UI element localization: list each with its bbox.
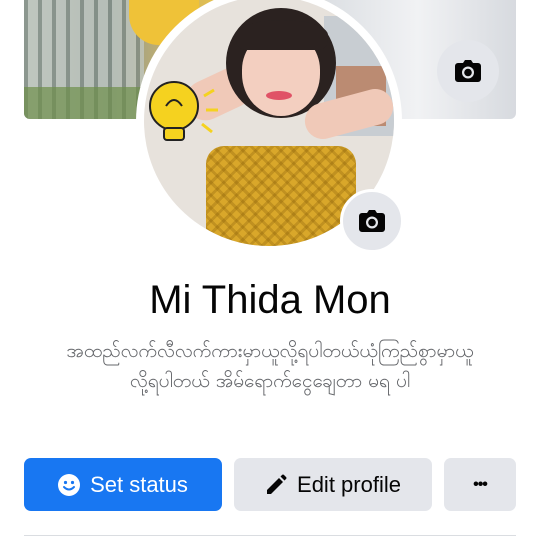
lightbulb-sticker-icon [149,81,218,141]
avatar-camera-button[interactable] [340,189,404,253]
set-status-label: Set status [90,471,188,497]
set-status-button[interactable]: Set status [24,458,222,511]
bio-line-1: အထည်လက်လီလက်ကားမှာယူလို့ရပါတယ်ယုံကြည်စွာ… [66,340,474,362]
edit-profile-label: Edit profile [297,471,401,497]
bio-line-2: လို့ရပါတယ် အိမ်ရောက်ငွေချေတာ မရ ပါ [129,370,411,392]
smiley-icon [58,473,81,496]
cover-camera-button[interactable] [437,40,499,102]
camera-icon [455,60,481,82]
section-divider [24,535,516,536]
profile-name: Mi Thida Mon [149,278,391,322]
pencil-icon [267,474,287,494]
profile-bio: အထည်လက်လီလက်ကားမှာယူလို့ရပါတယ်ယုံကြည်စွာ… [40,336,500,396]
more-options-icon: ••• [473,475,488,493]
edit-profile-button[interactable]: Edit profile [234,458,432,511]
more-options-button[interactable]: ••• [444,458,516,511]
camera-icon [359,210,385,232]
